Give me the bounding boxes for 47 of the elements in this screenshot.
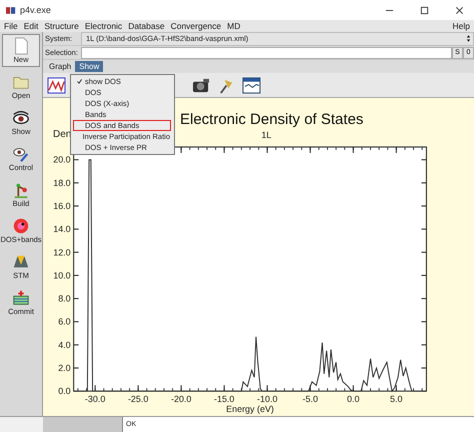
eye-icon bbox=[12, 109, 30, 127]
x-tick-label: 0.0 bbox=[347, 394, 360, 404]
help-menu[interactable]: Help bbox=[452, 21, 470, 31]
stack-icon bbox=[12, 289, 30, 307]
menu-item[interactable]: MD bbox=[227, 21, 240, 31]
y-tick-label: 16.0 bbox=[53, 200, 71, 211]
spinner-icon bbox=[466, 34, 471, 43]
menu-item[interactable]: File bbox=[4, 21, 18, 31]
x-tick-label: 5.0 bbox=[390, 394, 403, 404]
maximize-icon[interactable] bbox=[420, 6, 429, 14]
y-tick-label: 12.0 bbox=[53, 247, 71, 258]
menu-item[interactable]: Edit bbox=[24, 21, 38, 31]
menu-tab[interactable]: Show bbox=[75, 61, 104, 72]
chart-icon[interactable] bbox=[47, 76, 66, 94]
y-tick-label: 2.0 bbox=[58, 362, 71, 373]
x-tick-label: -15.0 bbox=[214, 394, 234, 404]
menu-item[interactable]: Database bbox=[128, 21, 165, 31]
x-tick-label: -25.0 bbox=[128, 394, 148, 404]
x-tick-label: -30.0 bbox=[84, 394, 106, 404]
menu-tab[interactable]: Graph bbox=[45, 61, 76, 72]
selection-field[interactable] bbox=[81, 46, 452, 58]
x-axis-label: Energy (eV) bbox=[226, 404, 274, 414]
y-tick-label: 6.0 bbox=[58, 316, 71, 327]
y-tick-label: 10.0 bbox=[53, 270, 71, 280]
menu-item[interactable]: Electronic bbox=[84, 21, 122, 31]
window-title: p4v.exe bbox=[20, 5, 51, 15]
ball-icon bbox=[12, 217, 30, 235]
x-tick-label: -5.0 bbox=[302, 394, 318, 404]
y-tick-label: 8.0 bbox=[58, 294, 71, 304]
y-tick-label: 20.0 bbox=[53, 154, 71, 165]
x-tick-label: -20.0 bbox=[170, 394, 192, 404]
x-tick-label: -10.0 bbox=[257, 394, 278, 404]
camera-icon[interactable] bbox=[192, 76, 211, 94]
y-tick-label: 0.0 bbox=[58, 386, 71, 396]
page-icon bbox=[12, 37, 30, 55]
window-icon[interactable] bbox=[242, 76, 261, 94]
menu-item[interactable]: Structure bbox=[44, 21, 79, 31]
app-icon bbox=[6, 6, 16, 14]
plot-title: Electronic Density of States bbox=[180, 111, 364, 128]
y-tick-label: 4.0 bbox=[58, 340, 71, 350]
menu-item[interactable]: Convergence bbox=[170, 21, 222, 31]
tree-icon bbox=[12, 181, 30, 199]
close-icon[interactable] bbox=[455, 6, 464, 14]
plot-subtitle: 1L bbox=[261, 130, 272, 140]
y-tick-label: 14.0 bbox=[53, 224, 71, 234]
eye-wrench-icon bbox=[12, 145, 30, 163]
y-tick-label: 18.0 bbox=[53, 178, 71, 188]
